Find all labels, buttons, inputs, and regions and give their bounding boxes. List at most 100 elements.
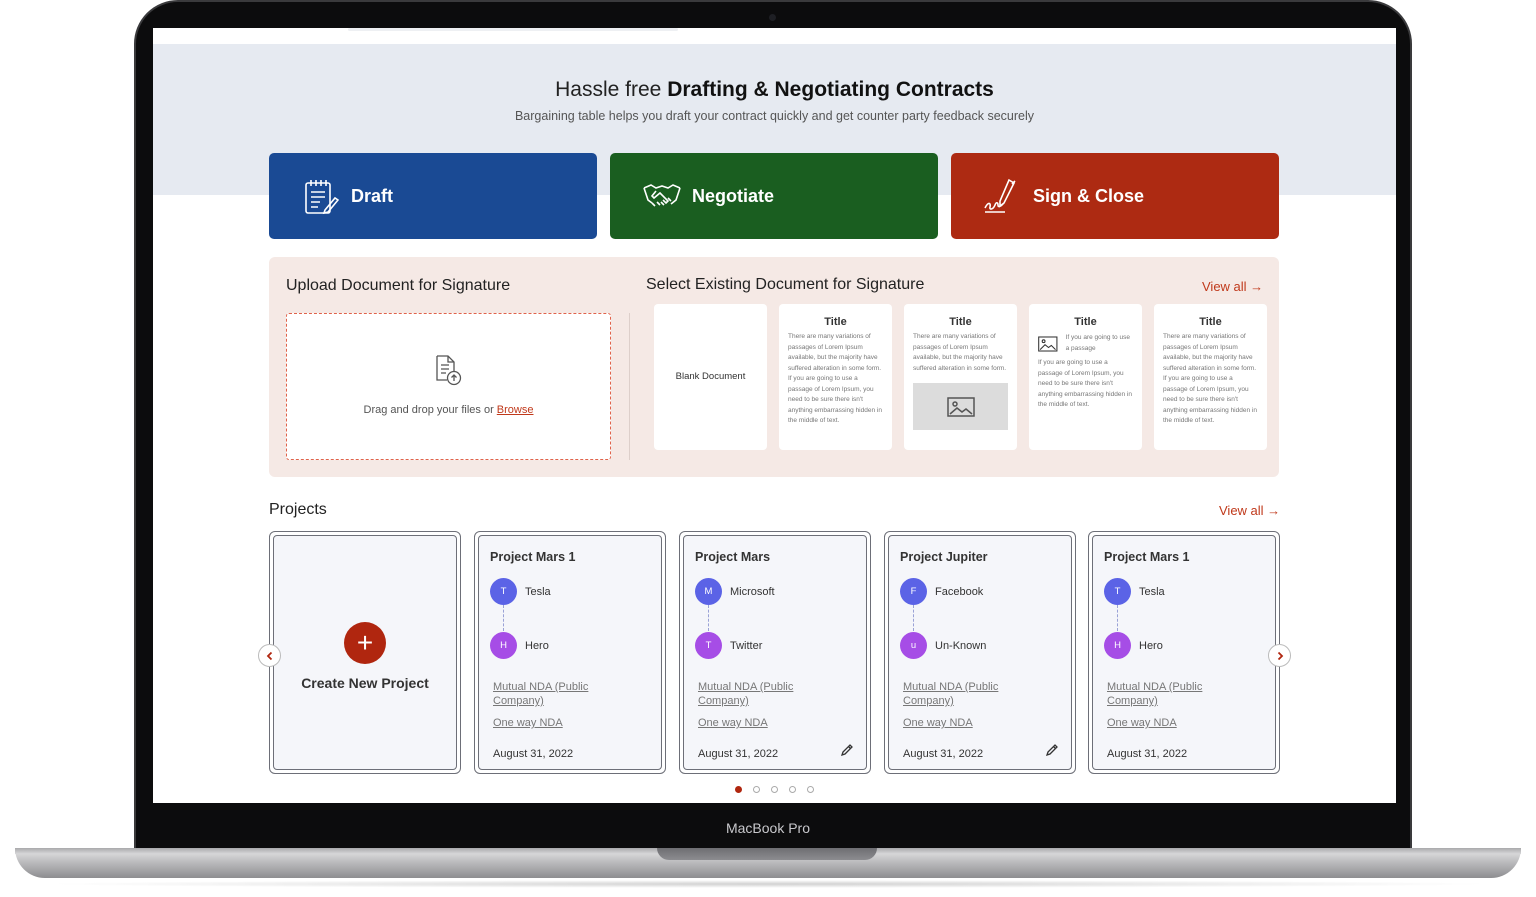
- project-card-inner: Project Mars M Microsoft T Twitter Mutual …: [683, 535, 867, 770]
- existing-view-all-link[interactable]: View all →: [1202, 279, 1263, 294]
- project-card[interactable]: Project Mars 1 T Tesla H Hero Mutual NDA (…: [1088, 531, 1280, 774]
- pagination-dot[interactable]: [735, 786, 742, 793]
- file-dropzone[interactable]: Drag and drop your files or Browse: [286, 313, 611, 460]
- project-card[interactable]: Project Mars 1 T Tesla H Hero Mutual NDA (…: [474, 531, 666, 774]
- pencil-icon[interactable]: [840, 743, 854, 762]
- pagination-dot[interactable]: [807, 786, 814, 793]
- plus-icon: +: [344, 622, 386, 664]
- agreement-link[interactable]: One way NDA: [1107, 716, 1247, 730]
- project-card[interactable]: Project Mars M Microsoft T Twitter Mutual …: [679, 531, 871, 774]
- draft-button[interactable]: Draft: [269, 153, 597, 239]
- agreement-link[interactable]: Mutual NDA (Public Company): [493, 680, 633, 708]
- document-text: If you are going to use a passage of Lor…: [788, 375, 882, 424]
- party-name: Hero: [1139, 639, 1163, 652]
- connector-line: [913, 605, 914, 631]
- app-screen: Hassle free Drafting & Negotiating Contr…: [153, 28, 1396, 803]
- image-icon: [946, 396, 975, 417]
- blank-document-card[interactable]: Blank Document: [654, 304, 767, 450]
- chevron-left-icon: [266, 651, 272, 660]
- project-name: Project Mars: [695, 550, 771, 564]
- create-project-inner: + Create New Project: [273, 535, 457, 770]
- document-text: There are many variations of passages of…: [1163, 333, 1257, 372]
- draft-label: Draft: [351, 185, 394, 206]
- pagination-dot[interactable]: [771, 786, 778, 793]
- agreement-link[interactable]: One way NDA: [903, 716, 1043, 730]
- notepad-icon: [301, 176, 341, 216]
- dropzone-text: Drag and drop your files or Browse: [287, 404, 610, 416]
- camera-icon: [769, 14, 776, 21]
- document-title: Title: [824, 316, 847, 328]
- party-row: T Tesla: [1104, 578, 1165, 605]
- projects-view-all-link[interactable]: View all →: [1219, 503, 1280, 518]
- avatar: T: [695, 632, 722, 659]
- avatar: H: [1104, 632, 1131, 659]
- sign-close-button[interactable]: Sign & Close: [951, 153, 1279, 239]
- project-date: August 31, 2022: [1107, 748, 1188, 760]
- party-row: T Tesla: [490, 578, 551, 605]
- project-name: Project Jupiter: [900, 550, 988, 564]
- dropzone-instruction: Drag and drop your files or: [363, 404, 497, 416]
- carousel-next-button[interactable]: [1268, 644, 1291, 667]
- party-name: Tesla: [525, 585, 551, 598]
- upload-heading: Upload Document for Signature: [286, 277, 511, 294]
- document-text: If you are going to use a passage of Lor…: [1038, 359, 1132, 408]
- project-card-inner: Project Mars 1 T Tesla H Hero Mutual NDA (…: [1092, 535, 1276, 770]
- signature-pen-icon: [983, 176, 1023, 216]
- party-row: T Twitter: [695, 632, 762, 659]
- document-title: Title: [1199, 316, 1222, 328]
- signature-panel: Upload Document for Signature Drag and d…: [269, 257, 1279, 477]
- image-icon: [1038, 336, 1058, 352]
- avatar: u: [900, 632, 927, 659]
- party-name: Un-Known: [935, 639, 987, 652]
- top-bar-remnant: [348, 28, 678, 31]
- agreement-link[interactable]: Mutual NDA (Public Company): [1107, 680, 1247, 708]
- connector-line: [503, 605, 504, 631]
- avatar: T: [1104, 578, 1131, 605]
- project-card[interactable]: Project Jupiter F Facebook u Un-Known Mutu…: [884, 531, 1076, 774]
- pencil-icon[interactable]: [1045, 743, 1059, 762]
- party-name: Twitter: [730, 639, 763, 652]
- document-card[interactable]: Title There are many variations of passa…: [1154, 304, 1267, 450]
- party-name: Hero: [525, 639, 549, 652]
- agreement-link[interactable]: Mutual NDA (Public Company): [698, 680, 838, 708]
- laptop-shadow: [40, 880, 1496, 888]
- connector-line: [708, 605, 709, 631]
- document-card[interactable]: Title There are many variations of passa…: [904, 304, 1017, 450]
- party-row: H Hero: [1104, 632, 1163, 659]
- party-row: u Un-Known: [900, 632, 986, 659]
- hero-title-bold: Drafting & Negotiating Contracts: [667, 78, 994, 101]
- create-project-label: Create New Project: [301, 675, 429, 691]
- image-placeholder: [913, 383, 1008, 430]
- project-card-inner: Project Mars 1 T Tesla H Hero Mutual NDA (…: [478, 535, 662, 770]
- browse-link[interactable]: Browse: [497, 404, 534, 416]
- project-name: Project Mars 1: [1104, 550, 1190, 564]
- blank-document-label: Blank Document: [675, 371, 746, 382]
- document-text: If you are going to use a passage of Lor…: [1163, 375, 1257, 424]
- carousel-prev-button[interactable]: [258, 644, 281, 667]
- document-header-row: If you are going to use a passage: [1038, 333, 1133, 355]
- project-date: August 31, 2022: [698, 748, 779, 760]
- agreement-link[interactable]: One way NDA: [698, 716, 838, 730]
- device-label: MacBook Pro: [725, 820, 811, 836]
- avatar: F: [900, 578, 927, 605]
- carousel-pagination: [735, 786, 825, 793]
- document-text: There are many variations of passages of…: [788, 333, 882, 372]
- document-text: If you are going to use a passage: [1065, 334, 1130, 352]
- pagination-dot[interactable]: [753, 786, 760, 793]
- create-project-card[interactable]: + Create New Project: [269, 531, 461, 774]
- project-card-inner: Project Jupiter F Facebook u Un-Known Mutu…: [888, 535, 1072, 770]
- agreement-link[interactable]: One way NDA: [493, 716, 633, 730]
- handshake-icon: [642, 176, 682, 216]
- negotiate-label: Negotiate: [692, 185, 775, 206]
- party-row: M Microsoft: [695, 578, 775, 605]
- negotiate-button[interactable]: Negotiate: [610, 153, 938, 239]
- avatar: H: [490, 632, 517, 659]
- projects-heading: Projects: [269, 501, 327, 518]
- document-card[interactable]: Title If you are going to use a passage …: [1029, 304, 1142, 450]
- agreement-link[interactable]: Mutual NDA (Public Company): [903, 680, 1043, 708]
- pagination-dot[interactable]: [789, 786, 796, 793]
- document-card[interactable]: Title There are many variations of passa…: [779, 304, 892, 450]
- hero-title: Hassle free Drafting & Negotiating Contr…: [153, 78, 1396, 102]
- project-date: August 31, 2022: [493, 748, 574, 760]
- connector-line: [1117, 605, 1118, 631]
